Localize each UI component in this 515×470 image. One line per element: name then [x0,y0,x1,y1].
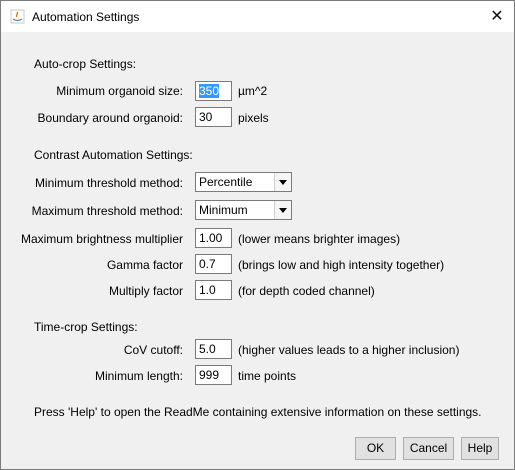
ok-button[interactable]: OK [355,437,396,460]
multiply-factor-label: Multiply factor [108,284,183,298]
minimum-length-unit: time points [238,369,297,383]
min-threshold-method-label: Minimum threshold method: [34,176,183,190]
window-title: Automation Settings [32,10,140,24]
help-button[interactable]: Help [461,437,499,460]
boundary-unit: pixels [238,111,269,125]
max-threshold-method-label: Maximum threshold method: [31,204,183,218]
brightness-multiplier-label: Maximum brightness multiplier [20,232,183,246]
max-threshold-method-value: Minimum [199,203,248,217]
timecrop-heading: Time-crop Settings: [34,320,138,334]
title-bar[interactable]: Automation Settings ✕ [1,1,514,32]
contrast-heading: Contrast Automation Settings: [34,148,193,162]
brightness-multiplier-input[interactable]: 1.00 [195,228,232,248]
cancel-button[interactable]: Cancel [403,437,454,460]
gamma-factor-label: Gamma factor [106,258,183,272]
min-threshold-method-select[interactable]: Percentile [195,172,292,192]
minimum-length-input[interactable]: 999 [195,365,232,385]
chevron-down-icon[interactable] [274,173,291,191]
min-organoid-size-value: 350 [199,84,220,98]
gamma-factor-hint: (brings low and high intensity together) [238,258,445,272]
boundary-input[interactable]: 30 [195,107,232,127]
cov-cutoff-hint: (higher values leads to a higher inclusi… [238,343,460,357]
cov-cutoff-label: CoV cutoff: [123,343,183,357]
min-threshold-method-value: Percentile [199,175,253,189]
max-threshold-method-select[interactable]: Minimum [195,200,292,220]
min-organoid-size-input[interactable]: 350 [195,81,232,101]
minimum-length-label: Minimum length: [94,369,183,383]
help-info-text: Press 'Help' to open the ReadMe containi… [34,405,482,419]
close-icon[interactable]: ✕ [481,5,513,29]
boundary-label: Boundary around organoid: [37,111,183,125]
multiply-factor-hint: (for depth coded channel) [238,284,375,298]
autocrop-heading: Auto-crop Settings: [34,57,137,71]
cov-cutoff-input[interactable]: 5.0 [195,339,232,359]
multiply-factor-input[interactable]: 1.0 [195,280,232,300]
gamma-factor-input[interactable]: 0.7 [195,254,232,274]
min-organoid-size-label: Minimum organoid size: [56,84,183,98]
brightness-multiplier-hint: (lower means brighter images) [238,232,401,246]
automation-settings-dialog: Automation Settings ✕ Auto-crop Settings… [0,0,515,470]
chevron-down-icon[interactable] [274,201,291,219]
java-app-icon [10,9,25,24]
min-organoid-size-unit: µm^2 [238,84,268,98]
